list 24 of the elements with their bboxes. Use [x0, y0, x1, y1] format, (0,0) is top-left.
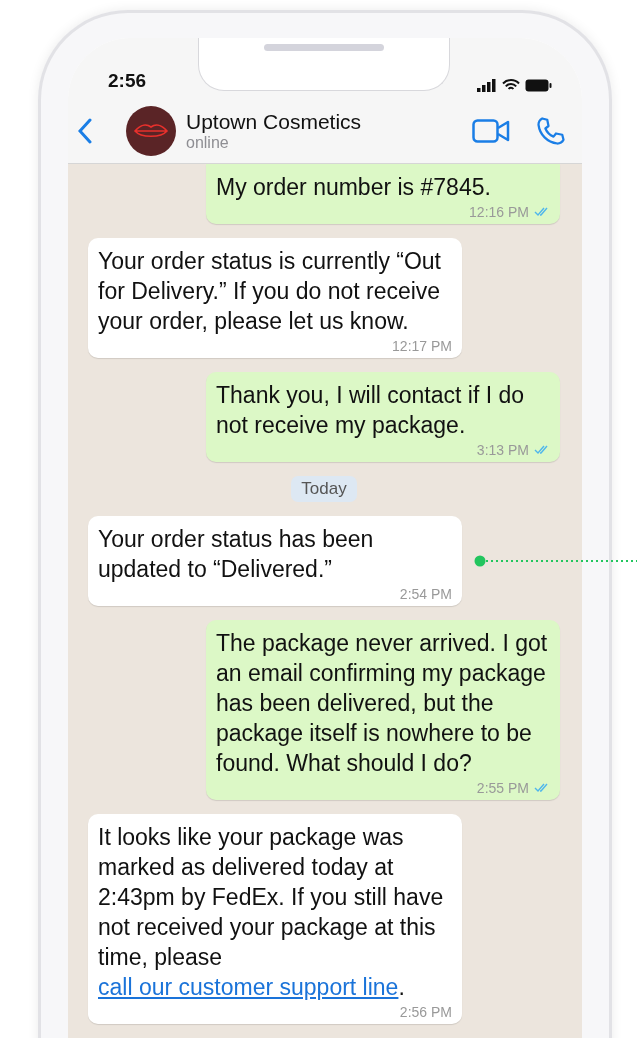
message-time: 2:55 PM: [476, 780, 529, 796]
message-text: Your order status is currently “Out for Delivery.” If you do not receive your order, please let us know.: [98, 247, 442, 336]
lips-icon: [133, 121, 169, 140]
message-text: My order number is #7845.: [216, 173, 492, 202]
date-separator: Today: [291, 476, 357, 502]
message-time: 2:54 PM: [399, 586, 452, 602]
support-link[interactable]: call our customer support line: [98, 974, 399, 1000]
phone-call-icon[interactable]: [536, 115, 566, 146]
status-time: 2:56: [108, 70, 147, 92]
message-text: Thank you, I will contact if I do not receive my package.: [216, 381, 526, 440]
message-text: It looks like your package was marked as delivered today at 2:43pm by FedEx. If you still have not received your package at this time, please call our customer support line.: [98, 823, 445, 1002]
signal-icon: [477, 79, 497, 92]
message-text: Your order status has been updated to “Delivered.”: [98, 525, 375, 584]
message-time: 12:17 PM: [392, 338, 452, 354]
contact-status: online: [186, 133, 230, 152]
video-call-icon[interactable]: [472, 118, 510, 143]
message-time: 3:13 PM: [476, 442, 529, 458]
back-button[interactable]: [78, 117, 92, 144]
contact-name: Uptown Cosmetics: [186, 109, 363, 134]
message-time: 12:16 PM: [469, 204, 529, 220]
battery-icon: [525, 79, 552, 92]
message-time: 2:56 PM: [399, 1004, 452, 1020]
message-text: The package never arrived. I got an email confirming my package has been delivered, but the package itself is nowhere to be found. What should I do?: [216, 629, 549, 778]
wifi-icon: [502, 79, 520, 92]
